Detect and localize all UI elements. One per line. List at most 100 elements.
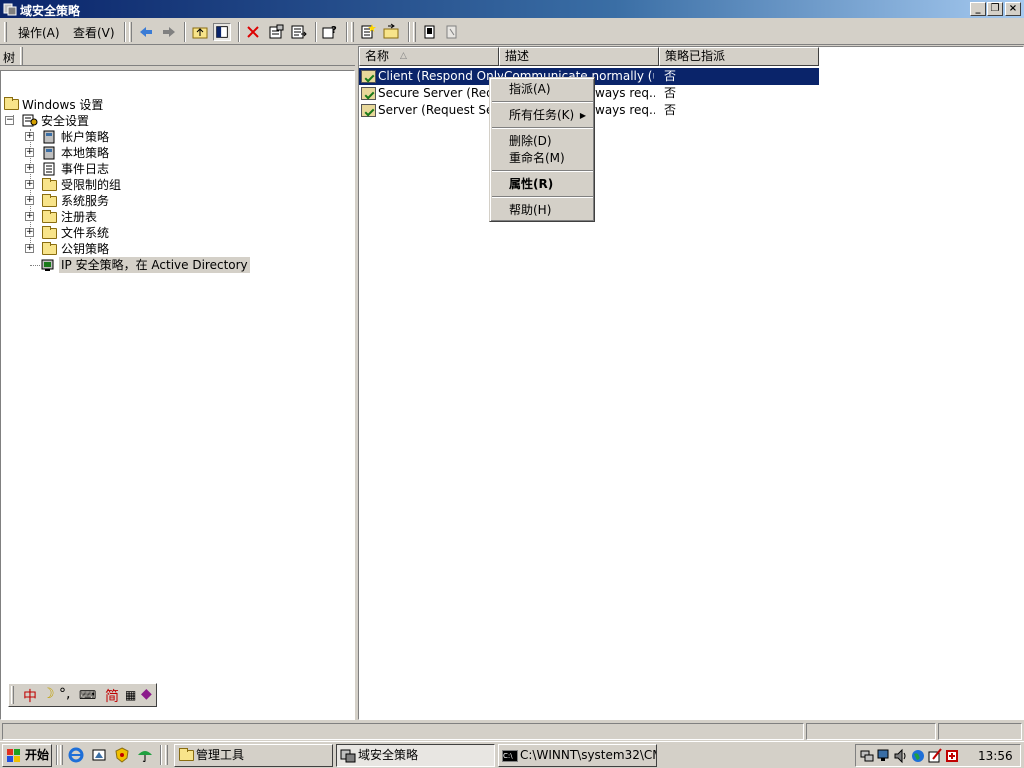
properties-icon[interactable]: [267, 23, 285, 41]
show-desktop-icon[interactable]: [91, 747, 107, 763]
menu-action[interactable]: 操作(A): [18, 24, 60, 41]
taskbar: 开始 管理工具 域安全策略 C:\ C:\WINNT\system32\CM..…: [0, 741, 1024, 768]
menu-item-label: 所有任务(K): [509, 108, 575, 122]
ime-keyboard-icon[interactable]: ⌨: [79, 688, 96, 702]
tree-item-account-policy[interactable]: 帐户策略: [61, 129, 109, 145]
menu-separator: [492, 170, 593, 172]
menu-separator: [492, 127, 593, 129]
toolbar-grip: [351, 22, 354, 42]
menu-view[interactable]: 查看(V): [73, 24, 115, 41]
windows-logo-icon: [7, 749, 20, 762]
tree-item-file-system[interactable]: 文件系统: [61, 225, 109, 241]
tree-item-restricted-groups[interactable]: 受限制的组: [61, 177, 121, 193]
expand-icon[interactable]: +: [25, 212, 34, 221]
manage-filters-icon[interactable]: [382, 23, 400, 41]
expand-icon[interactable]: +: [25, 180, 34, 189]
taskbar-grip: [165, 745, 168, 765]
expand-icon[interactable]: +: [25, 148, 34, 157]
up-folder-icon[interactable]: [191, 23, 209, 41]
internet-explorer-icon[interactable]: [68, 747, 84, 763]
unassign-policy-icon[interactable]: [443, 23, 461, 41]
toolbar-grip: [4, 22, 7, 42]
ime-grip[interactable]: [11, 686, 14, 704]
menu-item-assign[interactable]: 指派(A): [493, 81, 592, 98]
expand-icon[interactable]: +: [25, 244, 34, 253]
delete-icon[interactable]: [244, 23, 262, 41]
ime-help-book-icon[interactable]: ◆: [141, 686, 152, 702]
collapse-icon[interactable]: −: [5, 116, 14, 125]
umbrella-icon[interactable]: [137, 747, 153, 763]
row-assigned: 否: [664, 103, 677, 117]
menu-item-rename[interactable]: 重命名(M): [493, 150, 592, 167]
ime-simplified-mode[interactable]: 简: [105, 686, 119, 706]
tree-item-event-log[interactable]: 事件日志: [61, 161, 109, 177]
menu-item-all-tasks[interactable]: 所有任务(K) ▶: [493, 107, 592, 124]
column-header-name[interactable]: 名称 △: [359, 47, 499, 66]
row-assigned: 否: [664, 69, 677, 83]
back-arrow-icon[interactable]: [137, 23, 155, 41]
expand-icon[interactable]: +: [25, 132, 34, 141]
task-button-admin-tools[interactable]: 管理工具: [174, 744, 333, 767]
close-button[interactable]: ×: [1005, 2, 1021, 16]
toolbar: 操作(A) 查看(V) ?: [0, 19, 1024, 45]
policy-app-icon: [3, 3, 17, 16]
column-header-label: 名称: [365, 49, 390, 63]
ime-chinese-mode[interactable]: 中: [23, 686, 37, 706]
folder-icon: [4, 97, 19, 110]
tree-tab-label[interactable]: 树: [3, 49, 15, 66]
file-system-folder-icon: [42, 226, 57, 239]
globe-icon[interactable]: [910, 748, 926, 764]
ime-punctuation-icon[interactable]: °,: [59, 686, 70, 702]
tree-view[interactable]: Windows 设置 − 安全设置 + 帐户策略 + 本地策略 + 事件日志 +…: [0, 70, 355, 720]
ime-softkeyboard-icon[interactable]: ▦: [125, 688, 136, 702]
tree-item-security-settings[interactable]: 安全设置: [41, 113, 89, 129]
volume-icon[interactable]: [893, 748, 909, 764]
network-connection-icon[interactable]: [876, 748, 892, 764]
menu-item-help[interactable]: 帮助(H): [493, 202, 592, 219]
context-menu: 指派(A) 所有任务(K) ▶ 删除(D) 重命名(M) 属性(R) 帮助(H): [489, 77, 595, 222]
command-prompt-icon: C:\: [502, 750, 518, 762]
menu-item-delete[interactable]: 删除(D): [493, 133, 592, 150]
expand-icon[interactable]: +: [25, 164, 34, 173]
row-name: Server (Request Secu...: [378, 103, 503, 117]
restore-button[interactable]: ❐: [987, 2, 1003, 16]
export-list-icon[interactable]: [290, 23, 308, 41]
clock[interactable]: 13:56: [978, 749, 1013, 763]
task-button-domain-security-policy[interactable]: 域安全策略: [336, 744, 495, 767]
menu-item-properties[interactable]: 属性(R): [493, 176, 592, 193]
task-button-command-prompt[interactable]: C:\ C:\WINNT\system32\CM...: [498, 744, 657, 767]
status-panel: [2, 723, 804, 740]
assign-policy-icon[interactable]: [421, 23, 439, 41]
show-hide-tree-icon[interactable]: [213, 23, 231, 41]
column-header-label: 描述: [505, 49, 530, 63]
sort-up-icon: △: [400, 51, 407, 61]
ime-halfwidth-moon-icon[interactable]: ☽: [42, 686, 55, 702]
start-button[interactable]: 开始: [2, 744, 52, 767]
forward-arrow-icon[interactable]: [160, 23, 178, 41]
antivirus-shield-icon[interactable]: [114, 747, 130, 763]
tree-item-local-policy[interactable]: 本地策略: [61, 145, 109, 161]
status-panel: [938, 723, 1022, 740]
tree-item-ip-security[interactable]: IP 安全策略，在 Active Directory: [59, 257, 250, 273]
pen-icon[interactable]: [927, 748, 943, 764]
help-icon[interactable]: ?: [321, 23, 339, 41]
task-label: 域安全策略: [358, 748, 419, 762]
tree-item-windows-settings[interactable]: Windows 设置: [22, 97, 103, 113]
list-pane[interactable]: 名称 △ 描述 策略已指派 Client (Respond Only) Comm…: [358, 46, 1024, 720]
minimize-button[interactable]: _: [970, 2, 986, 16]
expand-icon[interactable]: +: [25, 228, 34, 237]
column-header-assigned[interactable]: 策略已指派: [659, 47, 819, 66]
svg-text:?: ?: [331, 25, 337, 36]
tree-item-registry[interactable]: 注册表: [61, 209, 97, 225]
expand-icon[interactable]: +: [25, 196, 34, 205]
column-header-description[interactable]: 描述: [499, 47, 659, 66]
ip-policy-icon: [361, 70, 376, 83]
create-policy-icon[interactable]: [359, 23, 377, 41]
network-icon[interactable]: [859, 748, 875, 764]
tree-item-public-key-policy[interactable]: 公钥策略: [61, 241, 109, 257]
tree-item-system-services[interactable]: 系统服务: [61, 193, 109, 209]
row-name: Client (Respond Only): [378, 69, 503, 83]
row-assigned: 否: [664, 86, 677, 100]
security-shield-tray-icon[interactable]: [944, 748, 960, 764]
taskbar-separator: [160, 745, 162, 765]
